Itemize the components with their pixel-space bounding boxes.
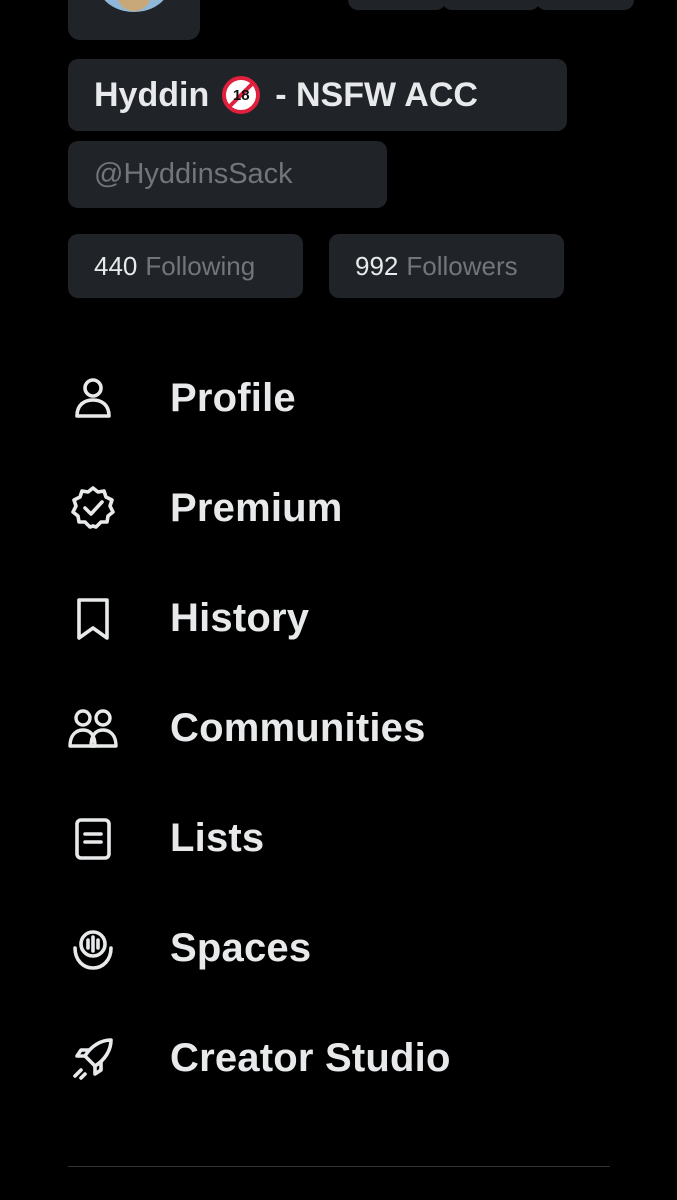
menu-item-label: Profile <box>170 375 296 420</box>
no-under-18-icon: 18 <box>221 75 261 115</box>
menu-item-creator-studio[interactable]: Creator Studio <box>60 1018 620 1098</box>
followers-button[interactable]: 992 Followers <box>329 234 564 298</box>
followers-count: 992 <box>355 250 399 281</box>
menu-item-label: Lists <box>170 815 265 860</box>
divider <box>68 1166 610 1167</box>
menu-item-label: Premium <box>170 485 343 530</box>
menu-item-lists[interactable]: Lists <box>60 798 620 878</box>
people-icon <box>60 695 126 761</box>
avatar[interactable] <box>68 0 200 40</box>
bookmark-icon <box>60 585 126 651</box>
header-button-1[interactable] <box>348 0 446 10</box>
rocket-icon <box>60 1025 126 1091</box>
microphone-icon <box>60 915 126 981</box>
person-icon <box>60 365 126 431</box>
following-count: 440 <box>94 250 138 281</box>
header-button-2[interactable] <box>442 0 540 10</box>
menu-item-spaces[interactable]: Spaces <box>60 908 620 988</box>
display-name-text: Hyddin <box>94 75 210 114</box>
avatar-image <box>97 0 171 12</box>
following-button[interactable]: 440 Following <box>68 234 303 298</box>
menu-item-premium[interactable]: Premium <box>60 468 620 548</box>
menu-item-label: Spaces <box>170 925 312 970</box>
user-handle-text: @HyddinsSack <box>94 158 293 190</box>
display-name-suffix: - NSFW ACC <box>275 75 478 114</box>
followers-label: Followers <box>406 250 518 281</box>
menu-item-label: Communities <box>170 705 426 750</box>
menu-item-communities[interactable]: Communities <box>60 688 620 768</box>
user-handle[interactable]: @HyddinsSack <box>68 141 387 208</box>
badge-text: 18 <box>232 86 250 104</box>
menu-item-label: History <box>170 595 310 640</box>
menu-item-history[interactable]: History <box>60 578 620 658</box>
header-button-3[interactable] <box>536 0 634 10</box>
list-document-icon <box>60 805 126 871</box>
following-label: Following <box>145 250 256 281</box>
verified-badge-icon <box>60 475 126 541</box>
menu-item-label: Creator Studio <box>170 1035 451 1080</box>
display-name[interactable]: Hyddin 18 - NSFW ACC <box>68 59 567 131</box>
menu-item-profile[interactable]: Profile <box>60 358 620 438</box>
